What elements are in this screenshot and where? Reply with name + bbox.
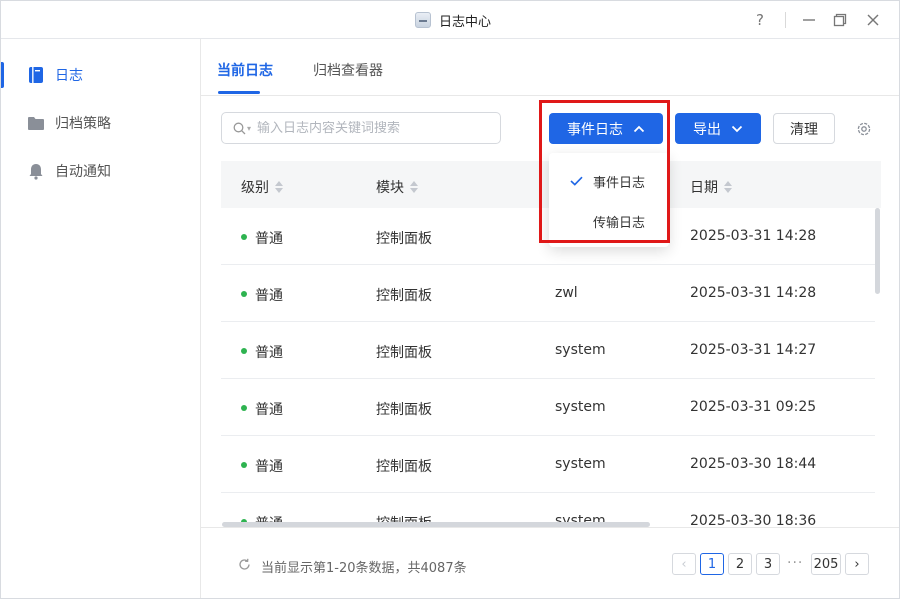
close-icon — [867, 14, 879, 26]
cell-level: 普通 — [255, 231, 283, 247]
minimize-button[interactable] — [798, 9, 820, 31]
sort-icon[interactable] — [410, 181, 418, 193]
cell-date: 2025-03-31 09:25 — [690, 399, 817, 415]
window-title: 日志中心 — [439, 14, 492, 30]
pagination-summary: 当前显示第1-20条数据，共4087条 — [261, 561, 467, 576]
export-button-label: 导出 — [693, 121, 721, 138]
cell-level: 普通 — [255, 459, 283, 475]
sidebar-item-label: 归档策略 — [55, 116, 111, 132]
column-header-level[interactable]: 级别 — [241, 177, 283, 197]
sort-icon[interactable] — [724, 181, 732, 193]
folder-icon — [27, 114, 45, 132]
tab-active-underline — [218, 91, 260, 94]
sidebar-item-logs[interactable]: 日志 — [1, 60, 200, 90]
prev-page-button[interactable]: ‹ — [672, 553, 696, 575]
sidebar: 日志 归档策略 自动通知 — [1, 39, 201, 598]
app-logo-icon — [415, 12, 431, 28]
help-icon: ? — [756, 11, 764, 29]
title-bar: 日志中心 ? — [1, 1, 899, 39]
table-row[interactable]: 普通 控制面板 system 2025-03-31 09:25 — [221, 379, 875, 436]
titlebar-divider — [785, 12, 786, 28]
column-header-label: 级别 — [241, 180, 269, 196]
restore-button[interactable] — [829, 9, 851, 31]
cell-module: 控制面板 — [376, 288, 432, 304]
search-scope-dropdown-icon[interactable]: ▾ — [247, 124, 251, 133]
search-input[interactable] — [257, 120, 478, 136]
chevron-down-icon — [731, 125, 743, 133]
sidebar-item-archive-policy[interactable]: 归档策略 — [1, 108, 200, 138]
status-dot-icon — [241, 462, 247, 468]
table-body: 普通 控制面板 2025-03-31 14:28 普通 控制面板 zwl 202… — [221, 208, 881, 526]
cell-user: system — [555, 456, 606, 472]
refresh-icon[interactable] — [238, 558, 251, 571]
highlight-box — [539, 100, 670, 243]
page-button-1[interactable]: 1 — [700, 553, 724, 575]
status-dot-icon — [241, 234, 247, 240]
column-header-label: 模块 — [376, 180, 404, 196]
restore-icon — [833, 13, 847, 27]
chevron-right-icon: › — [854, 556, 860, 572]
column-header-module[interactable]: 模块 — [376, 177, 418, 197]
cell-user: system — [555, 342, 606, 358]
help-button[interactable]: ? — [749, 9, 771, 31]
tab-bar: 当前日志 归档查看器 — [201, 39, 899, 96]
page-button-last[interactable]: 205 — [811, 553, 841, 575]
sidebar-item-label: 日志 — [55, 68, 83, 84]
table-row[interactable]: 普通 控制面板 system 2025-03-30 18:44 — [221, 436, 875, 493]
footer-divider — [201, 527, 899, 528]
table-row[interactable]: 普通 控制面板 system 2025-03-31 14:27 — [221, 322, 875, 379]
cell-level: 普通 — [255, 288, 283, 304]
table-row[interactable]: 普通 控制面板 zwl 2025-03-31 14:28 — [221, 265, 875, 322]
log-center-window: 日志中心 ? 日志 归档策略 自动通知 当前日志 归档查看器 ▾ 输入日志内容关… — [0, 0, 900, 599]
cell-module: 控制面板 — [376, 345, 432, 361]
gear-icon[interactable] — [855, 120, 873, 138]
search-icon — [233, 122, 246, 134]
status-dot-icon — [241, 348, 247, 354]
column-header-label: 日期 — [690, 180, 718, 196]
cell-date: 2025-03-30 18:44 — [690, 456, 817, 472]
cell-module: 控制面板 — [376, 231, 432, 247]
tab-current-logs[interactable]: 当前日志 — [217, 60, 273, 80]
cell-level: 普通 — [255, 345, 283, 361]
bell-icon — [27, 162, 45, 180]
cell-date: 2025-03-30 18:36 — [690, 513, 817, 526]
cell-user: zwl — [555, 285, 578, 301]
column-header-date[interactable]: 日期 — [690, 177, 732, 197]
chevron-left-icon: ‹ — [681, 556, 687, 572]
clear-button[interactable]: 清理 — [773, 113, 835, 144]
page-button-2[interactable]: 2 — [728, 553, 752, 575]
cell-module: 控制面板 — [376, 402, 432, 418]
cell-date: 2025-03-31 14:27 — [690, 342, 817, 358]
status-dot-icon — [241, 291, 247, 297]
cell-level: 普通 — [255, 402, 283, 418]
cell-date: 2025-03-31 14:28 — [690, 228, 817, 244]
status-dot-icon — [241, 405, 247, 411]
search-box[interactable]: ▾ — [221, 112, 501, 144]
book-icon — [27, 66, 45, 84]
page-button-3[interactable]: 3 — [756, 553, 780, 575]
sidebar-item-label: 自动通知 — [55, 164, 111, 180]
pagination-ellipsis[interactable]: ··· — [787, 555, 803, 571]
next-page-button[interactable]: › — [845, 553, 869, 575]
vertical-scrollbar[interactable] — [875, 208, 880, 294]
minimize-icon — [803, 19, 815, 21]
sidebar-item-auto-notify[interactable]: 自动通知 — [1, 156, 200, 186]
tab-archive-viewer[interactable]: 归档查看器 — [313, 60, 383, 80]
export-dropdown-button[interactable]: 导出 — [675, 113, 761, 144]
cell-user: system — [555, 399, 606, 415]
cell-module: 控制面板 — [376, 459, 432, 475]
title-group: 日志中心 — [415, 10, 491, 30]
sort-icon[interactable] — [275, 181, 283, 193]
cell-date: 2025-03-31 14:28 — [690, 285, 817, 301]
close-button[interactable] — [862, 9, 884, 31]
